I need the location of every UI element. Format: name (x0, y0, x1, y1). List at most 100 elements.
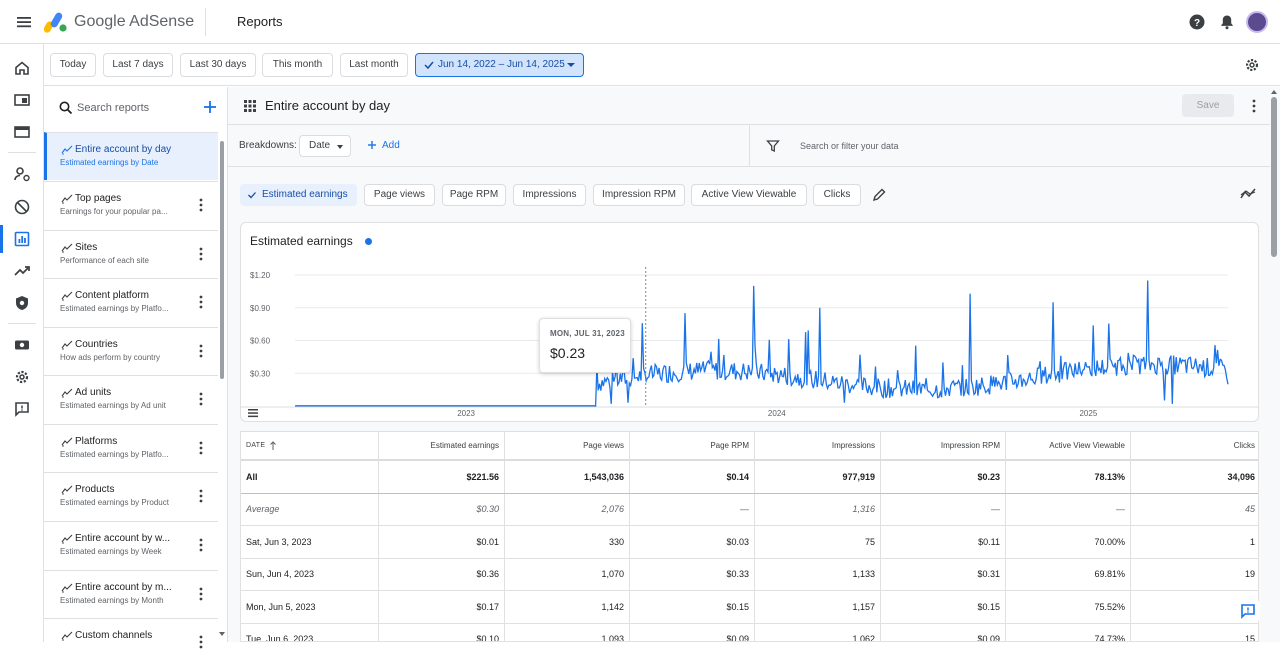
policy-shield-icon[interactable] (12, 293, 32, 313)
cell-text: $0.14 (726, 471, 749, 482)
report-item[interactable]: Products Estimated earnings by Product (44, 472, 218, 520)
report-search[interactable]: Search reports (44, 87, 227, 131)
metric-impression-rpm[interactable]: Impression RPM (593, 184, 685, 206)
more-vert-icon[interactable] (199, 538, 203, 552)
more-vert-icon[interactable] (199, 441, 203, 455)
reports-icon[interactable] (12, 229, 32, 249)
more-vert-icon[interactable] (199, 344, 203, 358)
filter-input[interactable]: Search or filter your data (800, 141, 899, 151)
column-header[interactable]: Estimated earnings (378, 432, 504, 459)
report-item[interactable]: Ad units Estimated earnings by Ad unit (44, 375, 218, 423)
search-input[interactable]: Search reports (77, 102, 149, 114)
date-last30-button[interactable]: Last 30 days (180, 53, 256, 77)
report-table: DATE Estimated earnings Page views Page RPM… (240, 431, 1259, 642)
table-cell: Sun, Jun 4, 2023 (241, 559, 378, 591)
more-vert-icon[interactable] (199, 392, 203, 406)
cell-text: $0.03 (726, 536, 749, 547)
column-header[interactable]: Active View Viewable (1005, 432, 1130, 459)
payments-icon[interactable] (12, 335, 32, 355)
metric-page-rpm[interactable]: Page RPM (442, 184, 506, 206)
date-range-selector[interactable]: Jun 14, 2022 – Jun 14, 2025 (415, 53, 584, 77)
cell-text: Clicks (1233, 441, 1255, 450)
breakdown-date-select[interactable]: Date (299, 135, 351, 157)
report-item[interactable]: Entire account by m... Estimated earnings… (44, 570, 218, 618)
table-cell: $0.15 (629, 591, 754, 623)
report-item[interactable]: Custom channels (44, 618, 218, 666)
feedback-fab-icon[interactable] (1236, 600, 1260, 622)
sidebar-scrollbar[interactable] (220, 141, 224, 379)
bell-icon[interactable] (1217, 12, 1237, 32)
series-line-estimated-earnings[interactable] (294, 280, 1229, 407)
metric-page-views[interactable]: Page views (364, 184, 435, 206)
add-breakdown-button[interactable]: Add (382, 140, 400, 151)
edit-metrics-icon[interactable] (872, 188, 886, 202)
report-item[interactable]: Entire account by day Estimated earnings … (44, 132, 218, 180)
report-trend-icon (61, 388, 73, 398)
save-button[interactable]: Save (1182, 94, 1234, 117)
column-header[interactable]: Clicks (1130, 432, 1258, 459)
main-scrollbar[interactable] (1271, 97, 1277, 257)
privacy-messaging-icon[interactable] (12, 164, 32, 184)
divider (8, 323, 36, 324)
add-icon[interactable] (366, 139, 378, 151)
table-cell: 2,076 (504, 493, 629, 525)
gear-icon[interactable] (1243, 56, 1261, 74)
more-vert-icon[interactable] (199, 587, 203, 601)
cell-text: Estimated earnings (430, 441, 499, 450)
report-trend-icon (61, 145, 73, 155)
report-item[interactable]: Entire account by w... Estimated earnings… (44, 521, 218, 569)
help-icon[interactable]: ? (1187, 12, 1207, 32)
chevron-down-icon (567, 63, 575, 67)
more-vert-icon[interactable] (199, 635, 203, 649)
report-item[interactable]: Content platform Estimated earnings by Pl… (44, 278, 218, 326)
hamburger-icon[interactable] (14, 12, 34, 32)
feedback-icon[interactable] (12, 399, 32, 419)
column-header[interactable]: Page RPM (629, 432, 754, 459)
date-today-button[interactable]: Today (50, 53, 96, 77)
sites-icon[interactable] (12, 90, 32, 110)
ads-icon[interactable] (12, 122, 32, 142)
report-item[interactable]: Top pages Earnings for your popular pa... (44, 181, 218, 229)
column-header[interactable]: Impressions (754, 432, 880, 459)
report-item[interactable]: Platforms Estimated earnings by Platfo... (44, 424, 218, 472)
scroll-down-arrow[interactable] (219, 632, 225, 636)
filter-icon[interactable] (766, 139, 780, 153)
avatar[interactable] (1246, 11, 1268, 33)
apps-grid-icon[interactable] (244, 100, 256, 112)
date-this-month-button[interactable]: This month (262, 53, 333, 77)
date-last7-button[interactable]: Last 7 days (103, 53, 173, 77)
metric-impressions[interactable]: Impressions (513, 184, 586, 206)
cell-text: 69.81% (1094, 569, 1125, 580)
account-settings-icon[interactable] (12, 367, 32, 387)
add-report-icon[interactable] (202, 99, 218, 115)
cell-text: $0.36 (476, 569, 499, 580)
more-vert-icon[interactable] (199, 198, 203, 212)
report-item[interactable]: Countries How ads perform by country (44, 327, 218, 375)
column-header[interactable]: Impression RPM (880, 432, 1005, 459)
metric-clicks[interactable]: Clicks (813, 184, 861, 206)
trending-icon[interactable] (12, 261, 32, 281)
chart-type-icon[interactable] (1240, 187, 1256, 201)
column-header[interactable]: Page views (504, 432, 629, 459)
metric-active-view[interactable]: Active View Viewable (691, 184, 807, 206)
table-cell: 1,062 (754, 623, 880, 641)
table-header-row: DATE Estimated earnings Page views Page RPM… (241, 432, 1258, 461)
cell-text: — (1116, 504, 1125, 515)
more-vert-icon[interactable] (199, 247, 203, 261)
metric-estimated-earnings[interactable]: Estimated earnings (240, 184, 357, 206)
table-row: Sat, Jun 3, 2023 $0.01 330 $0.03 75 $0.11 70.0… (241, 526, 1258, 559)
legend-toggle-icon[interactable] (247, 408, 259, 418)
report-item[interactable]: Sites Performance of each site (44, 230, 218, 278)
home-icon[interactable] (12, 58, 32, 78)
more-vert-icon[interactable] (1252, 99, 1256, 113)
column-header[interactable]: DATE (241, 432, 378, 459)
earnings-line-chart[interactable]: $1.20 $0.90 $0.60 $0.30 2023 2024 2025 (240, 262, 1259, 422)
more-vert-icon[interactable] (199, 295, 203, 309)
date-last-month-button[interactable]: Last month (340, 53, 408, 77)
block-icon[interactable] (12, 197, 32, 217)
more-vert-icon[interactable] (199, 489, 203, 503)
cell-text: 19 (1244, 569, 1255, 580)
cell-text: 2,076 (601, 504, 624, 515)
scroll-up-arrow[interactable] (1271, 90, 1277, 94)
sort-arrow-icon[interactable] (269, 440, 277, 451)
